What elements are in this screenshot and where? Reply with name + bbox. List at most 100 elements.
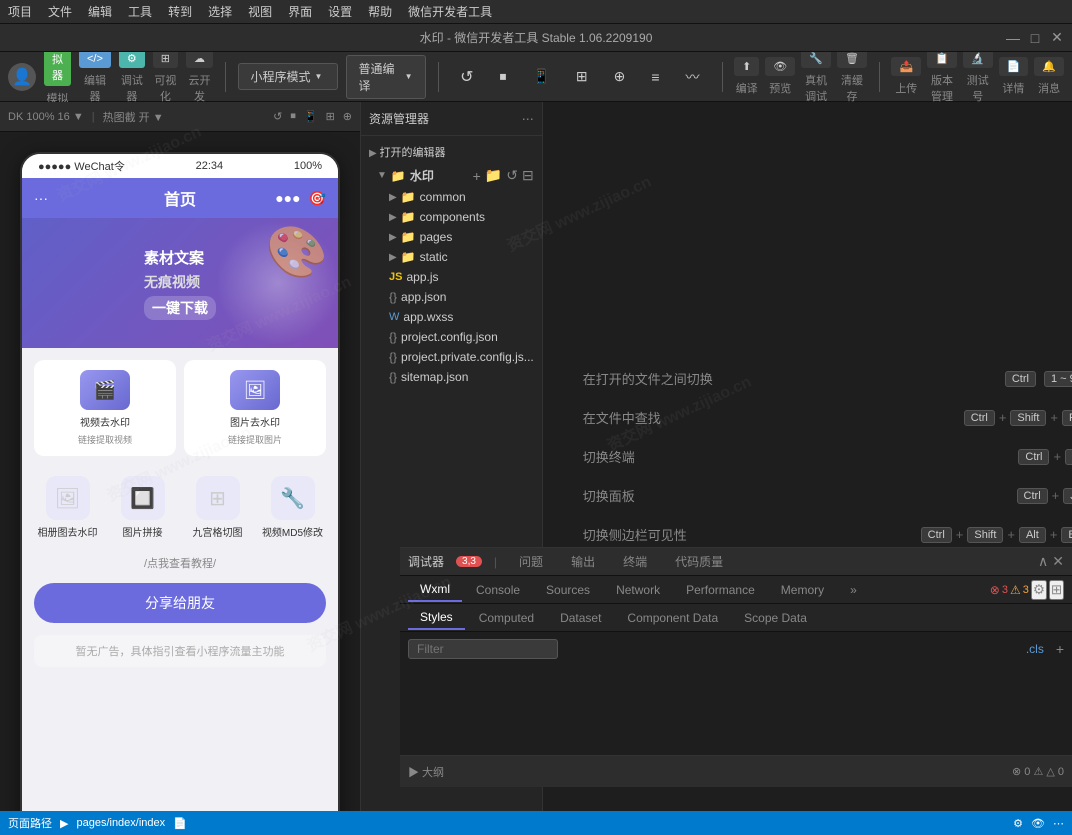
panel-tab-more[interactable]: » [838, 579, 869, 601]
refresh-button[interactable]: ↺ [450, 63, 483, 91]
file-projectprivate[interactable]: {} project.private.config.js... [361, 347, 542, 367]
file-sitemap[interactable]: {} sitemap.json [361, 367, 542, 387]
compile-dropdown[interactable]: 普通编译 [346, 55, 426, 99]
icon-item-2[interactable]: 🔲 图片拼接 [109, 476, 176, 539]
file-name-projectconfig: project.config.json [401, 330, 498, 344]
collapse-tree-icon[interactable]: ⊟ [522, 167, 534, 184]
status-file-icon[interactable]: 📄 [173, 817, 187, 830]
settings-icon-button[interactable]: ≡ [641, 65, 669, 89]
sim-icon1[interactable]: ↺ [273, 110, 282, 123]
expand-button[interactable]: ⊞ [566, 64, 598, 89]
devtools-tab-output[interactable]: 输出 [561, 549, 605, 574]
menu-item-file[interactable]: 文件 [48, 3, 72, 20]
phone-button[interactable]: 📱 [522, 64, 559, 89]
add-folder-icon[interactable]: 📁 [485, 167, 502, 184]
shortcut-item-3: 切换终端 Ctrl + ` [583, 447, 1072, 466]
sim-icon4[interactable]: ⊞ [326, 110, 335, 123]
filter-cls-button[interactable]: .cls [1026, 642, 1044, 656]
file-appjs[interactable]: JS app.js [361, 267, 542, 287]
feature-card-video[interactable]: 🎬 视频去水印 链接提取视频 [34, 360, 176, 456]
panel-tab-wxml[interactable]: Wxml [408, 578, 462, 602]
sim-icon2[interactable]: ⏹ [290, 110, 296, 123]
panel-tab-console[interactable]: Console [464, 579, 532, 601]
close-button[interactable]: ✕ [1050, 31, 1064, 45]
folder-static[interactable]: ▶ 📁 static [361, 247, 542, 267]
folder-components[interactable]: ▶ 📁 components [361, 207, 542, 227]
open-editors-section[interactable]: ▶ 打开的编辑器 [361, 140, 542, 164]
sim-icon3[interactable]: 📱 [304, 110, 318, 123]
subtab-computed[interactable]: Computed [467, 607, 546, 629]
file-appwxss[interactable]: W app.wxss [361, 307, 542, 327]
status-eye-icon[interactable]: 👁 [1031, 817, 1045, 830]
banner-text-group: 素材文案 无痕视频 一键下载 [144, 247, 216, 320]
folder-pages[interactable]: ▶ 📁 pages [361, 227, 542, 247]
menu-item-interface[interactable]: 界面 [288, 3, 312, 20]
filter-plus-button[interactable]: + [1056, 641, 1064, 657]
refresh-tree-icon[interactable]: ↺ [506, 167, 518, 184]
status-page[interactable]: pages/index/index [76, 817, 165, 829]
panel-tab-sources[interactable]: Sources [534, 579, 602, 601]
detail-button[interactable]: 📄 [999, 57, 1029, 76]
sim-dk-label[interactable]: DK 100% 16 ▼ [8, 111, 84, 123]
subtab-styles[interactable]: Styles [408, 606, 465, 630]
panel-tab-memory[interactable]: Memory [769, 579, 836, 601]
file-projectconfig[interactable]: {} project.config.json [361, 327, 542, 347]
panel-settings-button[interactable]: ⚙ [1031, 580, 1047, 600]
preview-button[interactable]: 👁 [765, 57, 795, 76]
bottom-expand-icon[interactable]: ▶ 大纲 [408, 764, 444, 780]
panel-tab-performance[interactable]: Performance [674, 579, 767, 601]
root-folder[interactable]: ▼ 📁 水印 + 📁 ↺ ⊟ [361, 164, 542, 187]
panel-dock-button[interactable]: ⊞ [1049, 580, 1064, 600]
back-icon[interactable]: ··· [34, 190, 48, 206]
upload-button[interactable]: 📤 [891, 57, 921, 76]
add-file-icon[interactable]: + [473, 168, 481, 184]
key-shift-5: Shift [967, 527, 1003, 543]
mode-dropdown[interactable]: 小程序模式 [238, 63, 338, 90]
panel-tab-network[interactable]: Network [604, 579, 672, 601]
icon-item-1[interactable]: 🖼 相册图去水印 [34, 476, 101, 539]
filter-input[interactable] [408, 639, 558, 659]
devtools-close-button[interactable]: ✕ [1052, 553, 1064, 570]
sim-hotslice[interactable]: 热图截 开 ▼ [103, 109, 164, 125]
file-appjson[interactable]: {} app.json [361, 287, 542, 307]
shortcut-desc-4: 切换面板 [583, 486, 635, 505]
subtab-componentdata[interactable]: Component Data [615, 607, 730, 629]
icon-item-3[interactable]: ⊞ 九宫格切图 [184, 476, 251, 539]
menu-item-view[interactable]: 视图 [248, 3, 272, 20]
folder-common[interactable]: ▶ 📁 common [361, 187, 542, 207]
waves-button[interactable]: 〰 [676, 63, 710, 91]
menu-item-edit[interactable]: 编辑 [88, 3, 112, 20]
icon-item-4[interactable]: 🔧 视频MD5修改 [259, 476, 326, 539]
sim-icon5[interactable]: ⊕ [343, 110, 352, 123]
new-file-button[interactable]: ⋯ [522, 112, 534, 126]
status-more-icon[interactable]: ⋯ [1053, 817, 1064, 830]
menu-item-select[interactable]: 选择 [208, 3, 232, 20]
subtab-scopedata[interactable]: Scope Data [732, 607, 819, 629]
feature-card-image[interactable]: 🖼 图片去水印 链接提取图片 [184, 360, 326, 456]
sim-content: ●●●●● WeChat令 22:34 100% ··· 首页 ●●● 🎯 [0, 132, 360, 811]
devtools-tab-codequality[interactable]: 代码质量 [665, 549, 733, 574]
menu-item-goto[interactable]: 转到 [168, 3, 192, 20]
nav-icon2[interactable]: 🎯 [309, 190, 326, 207]
menu-item-wechat[interactable]: 微信开发者工具 [408, 3, 492, 20]
menu-item-project[interactable]: 项目 [8, 3, 32, 20]
status-settings-icon[interactable]: ⚙ [1013, 817, 1023, 830]
minimize-button[interactable]: — [1006, 31, 1020, 45]
menu-item-help[interactable]: 帮助 [368, 3, 392, 20]
more-button[interactable]: ⊕ [604, 64, 636, 89]
menu-item-tools[interactable]: 工具 [128, 3, 152, 20]
stop-button[interactable]: ⏹ [489, 64, 516, 89]
compile-button2[interactable]: ⬆ [734, 57, 759, 76]
devtools-tab-issues[interactable]: 问题 [509, 549, 553, 574]
subtab-dataset[interactable]: Dataset [548, 607, 613, 629]
share-button[interactable]: 分享给朋友 [34, 583, 326, 623]
devtools-collapse-button[interactable]: ∧ [1038, 553, 1048, 570]
nav-icon1[interactable]: ●●● [275, 190, 300, 207]
message-button[interactable]: 🔔 [1034, 57, 1064, 76]
devtools-tab-terminal[interactable]: 终端 [613, 549, 657, 574]
editor-button[interactable]: </> [79, 50, 111, 68]
menu-item-settings[interactable]: 设置 [328, 3, 352, 20]
maximize-button[interactable]: □ [1028, 31, 1042, 45]
tutorial-link[interactable]: /点我查看教程/ [22, 551, 338, 575]
status-sep: ▶ [60, 817, 68, 830]
